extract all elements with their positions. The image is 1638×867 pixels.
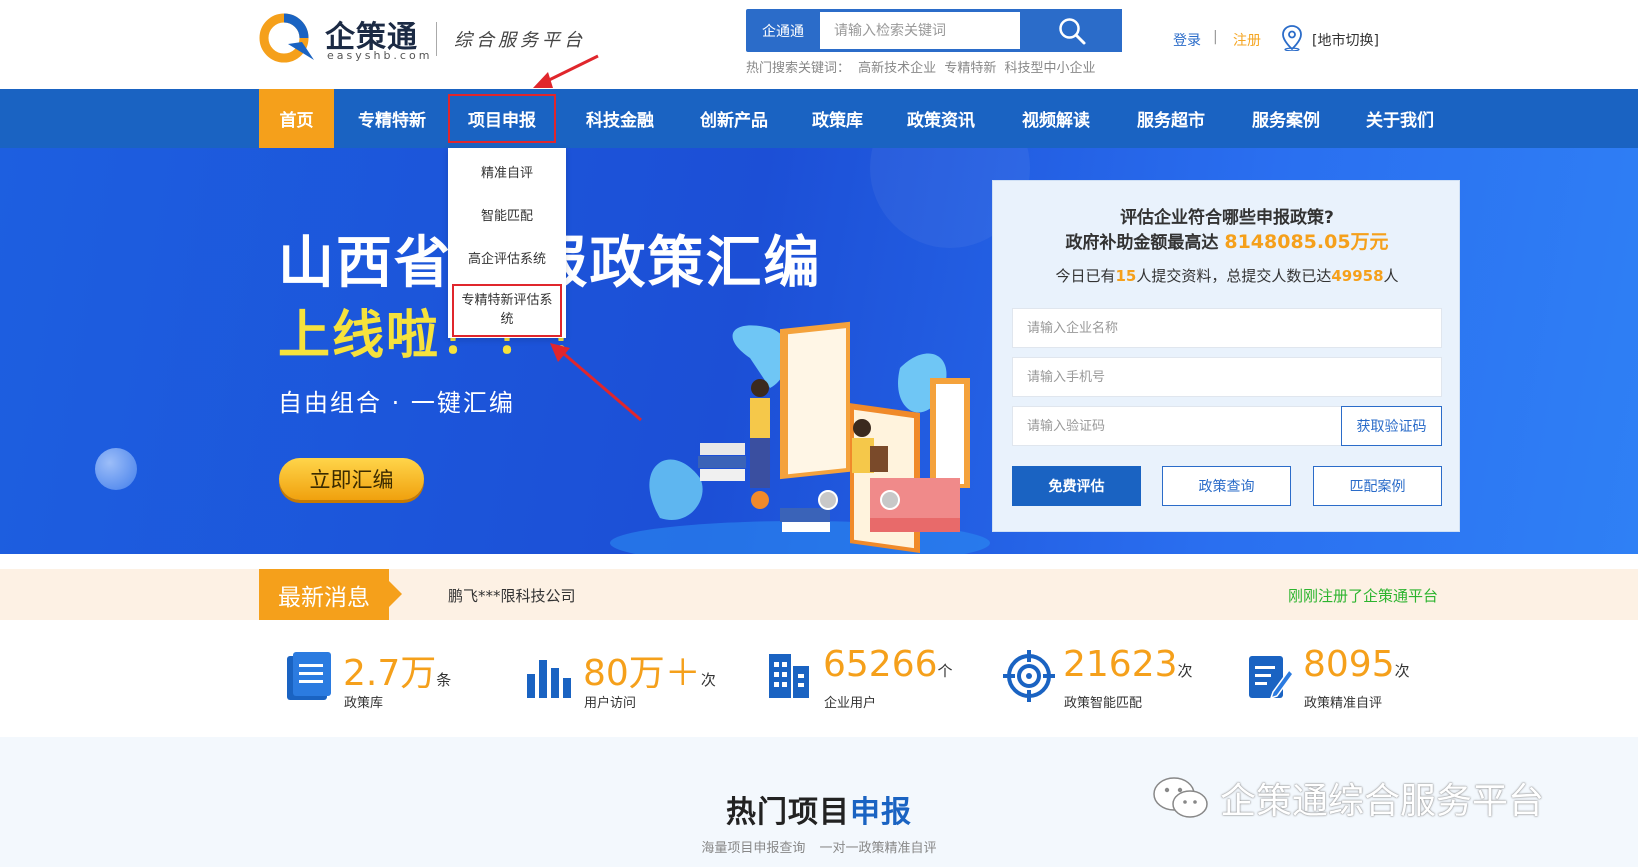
assessment-form: 评估企业符合哪些申报政策? 政府补助金额最高达 8148085.05万元 今日已… (992, 180, 1460, 532)
edit-form-icon (1249, 656, 1294, 700)
form-subsidy: 政府补助金额最高达 8148085.05万元 (993, 227, 1461, 254)
dropdown-item-smart-match[interactable]: 智能匹配 (448, 205, 566, 224)
stat-value: 80万＋ (583, 653, 701, 694)
dropdown-highlight-box (452, 284, 562, 337)
hot-keywords-label: 热门搜索关键词： (746, 61, 851, 76)
nav-item-project-declaration[interactable]: 项目申报 (448, 94, 556, 143)
verification-code-field[interactable] (1012, 406, 1342, 446)
stat-label: 政策智能匹配 (1064, 696, 1143, 711)
reading-illustration (610, 321, 990, 554)
stat-value: 8095 (1303, 644, 1395, 685)
search-button[interactable] (1022, 9, 1122, 52)
document-list-icon (287, 652, 331, 700)
nav-item-policy-news[interactable]: 政策资讯 (896, 89, 986, 148)
section-title-black: 热门项目 (726, 795, 850, 830)
stat-unit: 个 (937, 662, 953, 680)
stat-unit: 次 (700, 671, 716, 689)
nav-item-specialized[interactable]: 专精特新 (347, 89, 437, 148)
form-subsidy-prefix: 政府补助金额最高达 (1065, 233, 1219, 253)
hero-banner: 山西省 申报政策汇编 上线啦！！！ 自由组合 · 一键汇编 立即汇编 评估企业符… (0, 148, 1638, 554)
stat-label: 政策精准自评 (1304, 696, 1383, 711)
hot-keyword[interactable]: 科技型中小企业 (1004, 61, 1095, 76)
banner-tagline: 自由组合 · 一键汇编 (278, 389, 515, 417)
nav-item-innovation-products[interactable]: 创新产品 (689, 89, 779, 148)
free-assessment-button[interactable]: 免费评估 (1012, 466, 1141, 506)
total-count: 49958 (1331, 267, 1384, 285)
policy-query-button[interactable]: 政策查询 (1162, 466, 1291, 506)
bar-chart-icon (527, 660, 571, 698)
search-input[interactable] (820, 12, 1020, 49)
news-company[interactable]: 鹏飞***限科技公司 (448, 585, 576, 606)
stat-unit: 次 (1177, 662, 1193, 680)
dropdown-item-precise-self-eval[interactable]: 精准自评 (448, 162, 566, 181)
form-subsidy-amount: 8148085.05万元 (1224, 231, 1389, 253)
stat-label: 用户访问 (584, 696, 637, 711)
form-submission-stats: 今日已有15人提交资料，总提交人数已达49958人 (993, 265, 1461, 286)
section-title-blue: 申报 (850, 795, 912, 830)
compile-now-button[interactable]: 立即汇编 (279, 458, 424, 500)
city-switch-link[interactable]: [地市切换] (1312, 30, 1379, 50)
nav-item-tech-finance[interactable]: 科技金融 (575, 89, 665, 148)
nav-item-policy-library[interactable]: 政策库 (800, 89, 875, 148)
register-link[interactable]: 注册 (1233, 30, 1261, 50)
form-question: 评估企业符合哪些申报政策? (1120, 208, 1334, 228)
nav-item-service-market[interactable]: 服务超市 (1126, 89, 1216, 148)
dropdown-item-high-tech-eval[interactable]: 高企评估系统 (448, 248, 566, 267)
login-link[interactable]: 登录 (1173, 30, 1201, 50)
latest-news-bar: 最新消息 鹏飞***限科技公司 刚刚注册了企策通平台 (0, 569, 1638, 620)
company-name-field[interactable] (1012, 308, 1442, 348)
stat-prefix: 今日已有 (1055, 267, 1116, 285)
nav-item-about-us[interactable]: 关于我们 (1355, 89, 1445, 148)
hot-keyword[interactable]: 专精特新 (944, 61, 996, 76)
logo-domain: easyshb.com (327, 49, 433, 62)
logo-slogan: 综合服务平台 (454, 30, 586, 51)
stat-label: 政策库 (344, 696, 384, 711)
header-separator: | (1213, 29, 1218, 45)
stat-value: 2.7万 (343, 653, 437, 694)
target-icon (1003, 650, 1055, 702)
section-subtitle: 海量项目申报查询 一对一政策精准自评 (701, 841, 937, 856)
project-declaration-dropdown: 精准自评 智能匹配 高企评估系统 专精特新评估系统 (448, 148, 566, 338)
stat-suffix: 人 (1383, 267, 1399, 285)
nav-item-video[interactable]: 视频解读 (1011, 89, 1101, 148)
search-category[interactable]: 企通通 (746, 9, 820, 52)
hot-keyword[interactable]: 高新技术企业 (858, 61, 936, 76)
main-nav: 首页 专精特新 项目申报 科技金融 创新产品 政策库 政策资讯 视频解读 服务超… (0, 89, 1638, 148)
stat-value: 65266 (823, 644, 938, 685)
stat-label: 企业用户 (824, 696, 877, 711)
wechat-icon (1153, 777, 1208, 818)
logo-divider (436, 22, 437, 56)
news-action: 刚刚注册了企策通平台 (1288, 587, 1439, 605)
stat-unit: 条 (436, 671, 452, 689)
phone-field[interactable] (1012, 357, 1442, 397)
hot-keywords: 热门搜索关键词： 高新技术企业 专精特新 科技型中小企业 (746, 57, 1099, 76)
today-count: 15 (1115, 267, 1137, 285)
nav-item-service-cases[interactable]: 服务案例 (1241, 89, 1331, 148)
building-icon (769, 654, 809, 698)
stat-middle: 人提交资料，总提交人数已达 (1136, 267, 1332, 285)
nav-item-home[interactable]: 首页 (259, 89, 334, 148)
search-icon (1059, 17, 1086, 44)
news-tag: 最新消息 (259, 569, 402, 620)
get-code-button[interactable]: 获取验证码 (1341, 406, 1442, 446)
match-cases-button[interactable]: 匹配案例 (1313, 466, 1442, 506)
decor-bubble (95, 448, 137, 490)
stat-value: 21623 (1063, 644, 1178, 685)
stat-unit: 次 (1394, 662, 1410, 680)
location-pin-icon[interactable] (1281, 25, 1303, 51)
site-header: 企策通 easyshb.com 综合服务平台 企通通 热门搜索关键词： 高新技术… (0, 0, 1638, 89)
watermark-text: 企策通综合服务平台 (1220, 781, 1545, 822)
logo-q-icon[interactable] (258, 12, 320, 64)
wechat-watermark: 企策通综合服务平台 (1150, 772, 1544, 824)
